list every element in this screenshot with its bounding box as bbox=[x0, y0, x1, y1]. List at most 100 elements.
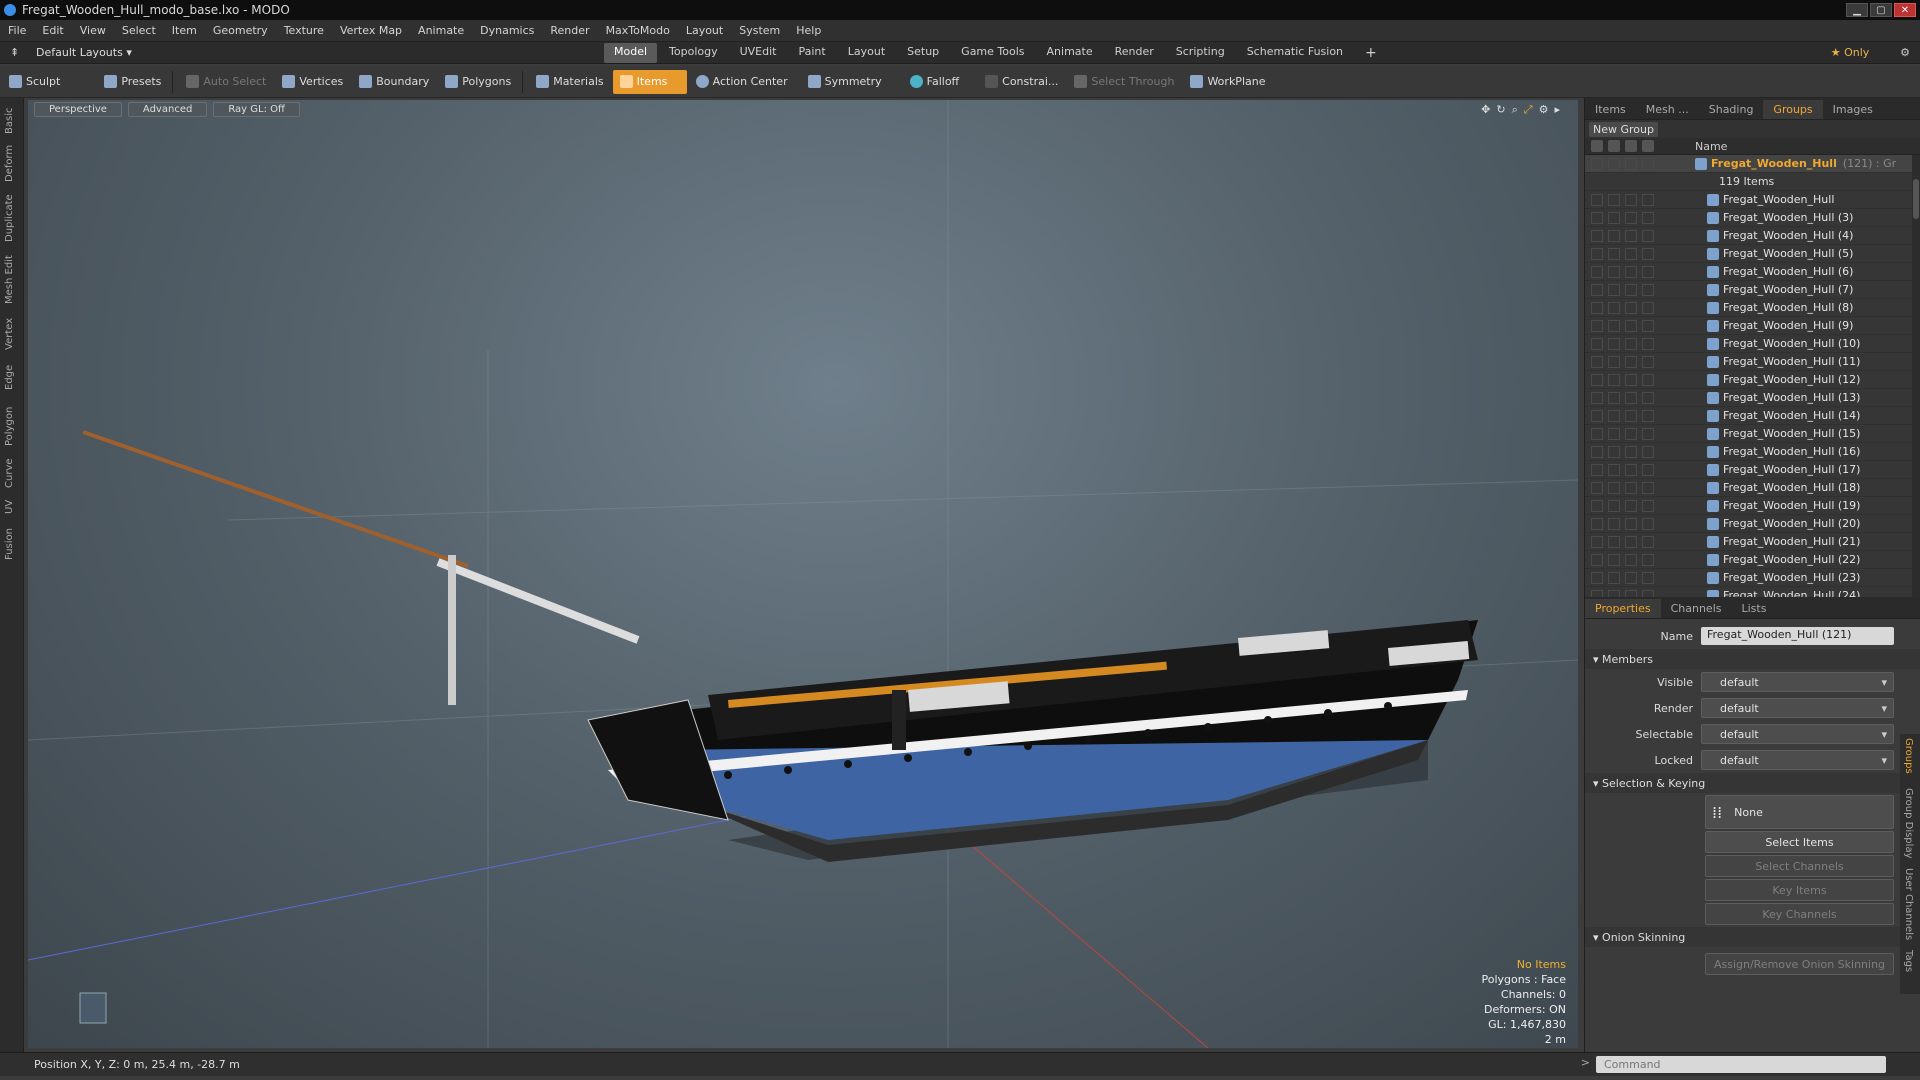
menu-dynamics[interactable]: Dynamics bbox=[472, 24, 542, 37]
lock-toggle[interactable] bbox=[1625, 517, 1637, 530]
eye-toggle[interactable] bbox=[1591, 499, 1603, 512]
select-toggle[interactable] bbox=[1642, 463, 1654, 476]
render-dropdown[interactable]: default bbox=[1701, 698, 1894, 718]
selectable-dropdown[interactable]: default bbox=[1701, 724, 1894, 744]
select-toggle[interactable] bbox=[1642, 553, 1654, 566]
menu-file[interactable]: File bbox=[0, 24, 34, 37]
menu-help[interactable]: Help bbox=[788, 24, 829, 37]
tab-mesh[interactable]: Mesh ... bbox=[1636, 100, 1699, 119]
eye-toggle[interactable] bbox=[1591, 157, 1603, 170]
workplane-button[interactable]: WorkPlane bbox=[1183, 70, 1272, 94]
tab-schematic-fusion[interactable]: Schematic Fusion bbox=[1237, 43, 1353, 63]
select-toggle[interactable] bbox=[1642, 283, 1654, 296]
group-member-row[interactable]: Fregat_Wooden_Hull (6) bbox=[1585, 263, 1920, 281]
scroll-thumb[interactable] bbox=[1913, 179, 1919, 219]
boundary-button[interactable]: Boundary bbox=[352, 70, 436, 94]
render-toggle[interactable] bbox=[1608, 481, 1620, 494]
eye-toggle[interactable] bbox=[1591, 265, 1603, 278]
menu-maxtomodo[interactable]: MaxToModo bbox=[598, 24, 678, 37]
group-member-row[interactable]: Fregat_Wooden_Hull (13) bbox=[1585, 389, 1920, 407]
select-toggle[interactable] bbox=[1642, 589, 1654, 597]
eye-toggle[interactable] bbox=[1591, 319, 1603, 332]
tab-images[interactable]: Images bbox=[1823, 100, 1883, 119]
group-member-row[interactable]: Fregat_Wooden_Hull (11) bbox=[1585, 353, 1920, 371]
maximize-button[interactable]: ▢ bbox=[1870, 3, 1892, 17]
assign-remove-onion-button[interactable]: Assign/Remove Onion Skinning bbox=[1705, 953, 1894, 975]
lock-toggle[interactable] bbox=[1625, 589, 1637, 597]
render-toggle[interactable] bbox=[1608, 553, 1620, 566]
lock-toggle[interactable] bbox=[1625, 481, 1637, 494]
render-toggle[interactable] bbox=[1608, 157, 1620, 170]
tab-animate[interactable]: Animate bbox=[1037, 43, 1103, 63]
eye-toggle[interactable] bbox=[1591, 517, 1603, 530]
select-items-button[interactable]: Select Items bbox=[1705, 831, 1894, 853]
group-member-row[interactable]: Fregat_Wooden_Hull (20) bbox=[1585, 515, 1920, 533]
eye-toggle[interactable] bbox=[1591, 301, 1603, 314]
polygons-button[interactable]: Polygons bbox=[438, 70, 518, 94]
eye-toggle[interactable] bbox=[1591, 445, 1603, 458]
eye-toggle[interactable] bbox=[1591, 229, 1603, 242]
lock-toggle[interactable] bbox=[1625, 463, 1637, 476]
lock-toggle[interactable] bbox=[1625, 229, 1637, 242]
sculpt-button[interactable]: Sculpt bbox=[2, 70, 67, 94]
render-toggle[interactable] bbox=[1608, 301, 1620, 314]
menu-item[interactable]: Item bbox=[164, 24, 205, 37]
lock-toggle[interactable] bbox=[1625, 571, 1637, 584]
tab-topology[interactable]: Topology bbox=[659, 43, 728, 63]
eye-toggle[interactable] bbox=[1591, 409, 1603, 422]
symmetry-button[interactable]: Symmetry bbox=[801, 70, 889, 94]
lock-toggle[interactable] bbox=[1625, 409, 1637, 422]
eye-toggle[interactable] bbox=[1591, 247, 1603, 260]
minimize-button[interactable]: ▁ bbox=[1846, 3, 1868, 17]
render-toggle[interactable] bbox=[1608, 535, 1620, 548]
action-center-button[interactable]: Action Center bbox=[689, 70, 795, 94]
menu-animate[interactable]: Animate bbox=[410, 24, 472, 37]
tab-model[interactable]: Model bbox=[604, 42, 658, 63]
lock-toggle[interactable] bbox=[1625, 553, 1637, 566]
tab-deform[interactable]: Deform bbox=[4, 145, 15, 182]
tab-mesh-edit[interactable]: Mesh Edit bbox=[4, 255, 15, 304]
menu-view[interactable]: View bbox=[72, 24, 114, 37]
select-icon[interactable] bbox=[1642, 140, 1654, 152]
side-tab-group-display[interactable]: Group Display bbox=[1903, 788, 1914, 858]
render-toggle[interactable] bbox=[1608, 499, 1620, 512]
name-column-header[interactable]: Name bbox=[1695, 140, 1727, 153]
eye-toggle[interactable] bbox=[1591, 427, 1603, 440]
select-toggle[interactable] bbox=[1642, 409, 1654, 422]
layout-arrow-icon[interactable]: ⇞ bbox=[10, 46, 19, 59]
render-toggle[interactable] bbox=[1608, 283, 1620, 296]
render-toggle[interactable] bbox=[1608, 355, 1620, 368]
list-scrollbar[interactable] bbox=[1912, 155, 1920, 597]
group-member-row[interactable]: Fregat_Wooden_Hull (4) bbox=[1585, 227, 1920, 245]
group-member-row[interactable]: Fregat_Wooden_Hull (5) bbox=[1585, 245, 1920, 263]
select-toggle[interactable] bbox=[1642, 319, 1654, 332]
render-icon[interactable] bbox=[1608, 140, 1620, 152]
side-tab-tags[interactable]: Tags bbox=[1903, 950, 1914, 972]
tab-paint[interactable]: Paint bbox=[789, 43, 836, 63]
menu-system[interactable]: System bbox=[731, 24, 788, 37]
group-member-row[interactable]: Fregat_Wooden_Hull (22) bbox=[1585, 551, 1920, 569]
group-member-row[interactable]: Fregat_Wooden_Hull (12) bbox=[1585, 371, 1920, 389]
lock-toggle[interactable] bbox=[1625, 283, 1637, 296]
group-member-row[interactable]: Fregat_Wooden_Hull (14) bbox=[1585, 407, 1920, 425]
select-toggle[interactable] bbox=[1642, 337, 1654, 350]
materials-button[interactable]: Materials bbox=[529, 70, 610, 94]
items-button[interactable]: Items bbox=[612, 69, 687, 94]
select-toggle[interactable] bbox=[1642, 211, 1654, 224]
render-toggle[interactable] bbox=[1608, 445, 1620, 458]
group-member-row[interactable]: Fregat_Wooden_Hull (7) bbox=[1585, 281, 1920, 299]
vertices-button[interactable]: Vertices bbox=[275, 70, 350, 94]
group-member-row[interactable]: Fregat_Wooden_Hull (19) bbox=[1585, 497, 1920, 515]
lock-toggle[interactable] bbox=[1625, 211, 1637, 224]
onion-skinning-section[interactable]: ▾ Onion Skinning bbox=[1585, 927, 1920, 947]
tab-basic[interactable]: Basic bbox=[4, 108, 15, 134]
eye-toggle[interactable] bbox=[1591, 481, 1603, 494]
tab-edge[interactable]: Edge bbox=[4, 365, 15, 390]
render-toggle[interactable] bbox=[1608, 517, 1620, 530]
tab-setup[interactable]: Setup bbox=[897, 43, 949, 63]
group-member-row[interactable]: Fregat_Wooden_Hull (24) bbox=[1585, 587, 1920, 597]
group-member-row[interactable]: Fregat_Wooden_Hull (18) bbox=[1585, 479, 1920, 497]
render-toggle[interactable] bbox=[1608, 319, 1620, 332]
group-member-row[interactable]: Fregat_Wooden_Hull bbox=[1585, 191, 1920, 209]
tab-vertex[interactable]: Vertex bbox=[4, 318, 15, 350]
